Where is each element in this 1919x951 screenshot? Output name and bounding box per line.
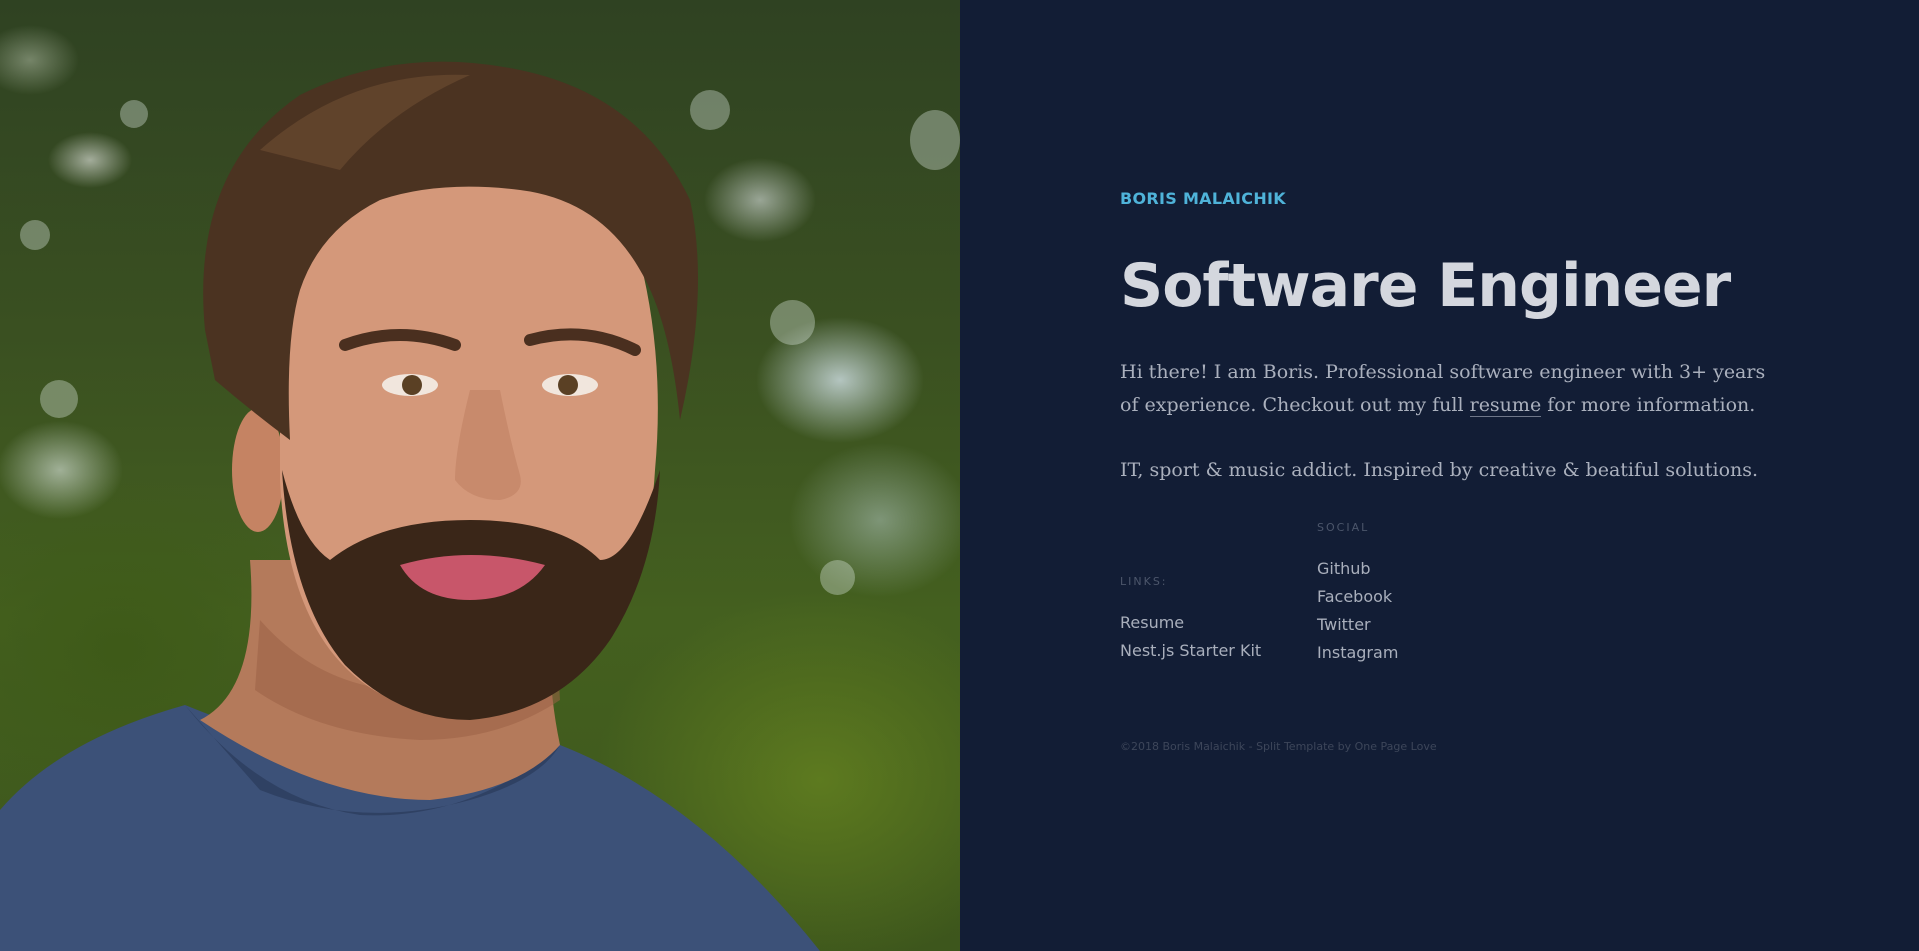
list-item: Twitter (1317, 611, 1398, 639)
bio-paragraph: Hi there! I am Boris. Professional softw… (1120, 356, 1780, 422)
social-link-twitter[interactable]: Twitter (1317, 615, 1371, 634)
profile-name: BORIS MALAICHIK (1120, 189, 1286, 208)
list-item: Facebook (1317, 583, 1398, 611)
profile-photo (0, 0, 960, 951)
bio-text-end: for more information. (1541, 394, 1756, 416)
list-item: Github (1317, 555, 1398, 583)
list-item: Instagram (1317, 639, 1398, 667)
social-column: SOCIAL Github Facebook Twitter Instagram (1317, 519, 1398, 667)
list-item: Resume (1120, 609, 1261, 637)
link-resume[interactable]: Resume (1120, 613, 1184, 632)
resume-inline-link[interactable]: resume (1469, 394, 1542, 417)
social-link-facebook[interactable]: Facebook (1317, 587, 1392, 606)
links-list: Resume Nest.js Starter Kit (1120, 609, 1261, 665)
social-label: SOCIAL (1317, 521, 1370, 534)
link-columns: LINKS: Resume Nest.js Starter Kit SOCIAL… (1120, 519, 1780, 662)
intro-section: BORIS MALAICHIK Software Engineer Hi the… (1120, 188, 1780, 753)
links-column: LINKS: Resume Nest.js Starter Kit (1120, 573, 1261, 665)
page: BORIS MALAICHIK Software Engineer Hi the… (0, 0, 1919, 951)
page-title: Software Engineer (1120, 251, 1731, 321)
footer-copyright: ©2018 Boris Malaichik - Split Template b… (1120, 740, 1437, 753)
social-link-github[interactable]: Github (1317, 559, 1371, 578)
link-nestjs-starter-kit[interactable]: Nest.js Starter Kit (1120, 641, 1261, 660)
bio-paragraph-2: IT, sport & music addict. Inspired by cr… (1120, 459, 1759, 481)
content-panel: BORIS MALAICHIK Software Engineer Hi the… (960, 0, 1919, 951)
social-list: Github Facebook Twitter Instagram (1317, 555, 1398, 667)
social-link-instagram[interactable]: Instagram (1317, 643, 1398, 662)
list-item: Nest.js Starter Kit (1120, 637, 1261, 665)
links-label: LINKS: (1120, 575, 1168, 588)
portrait-illustration (0, 61, 820, 951)
